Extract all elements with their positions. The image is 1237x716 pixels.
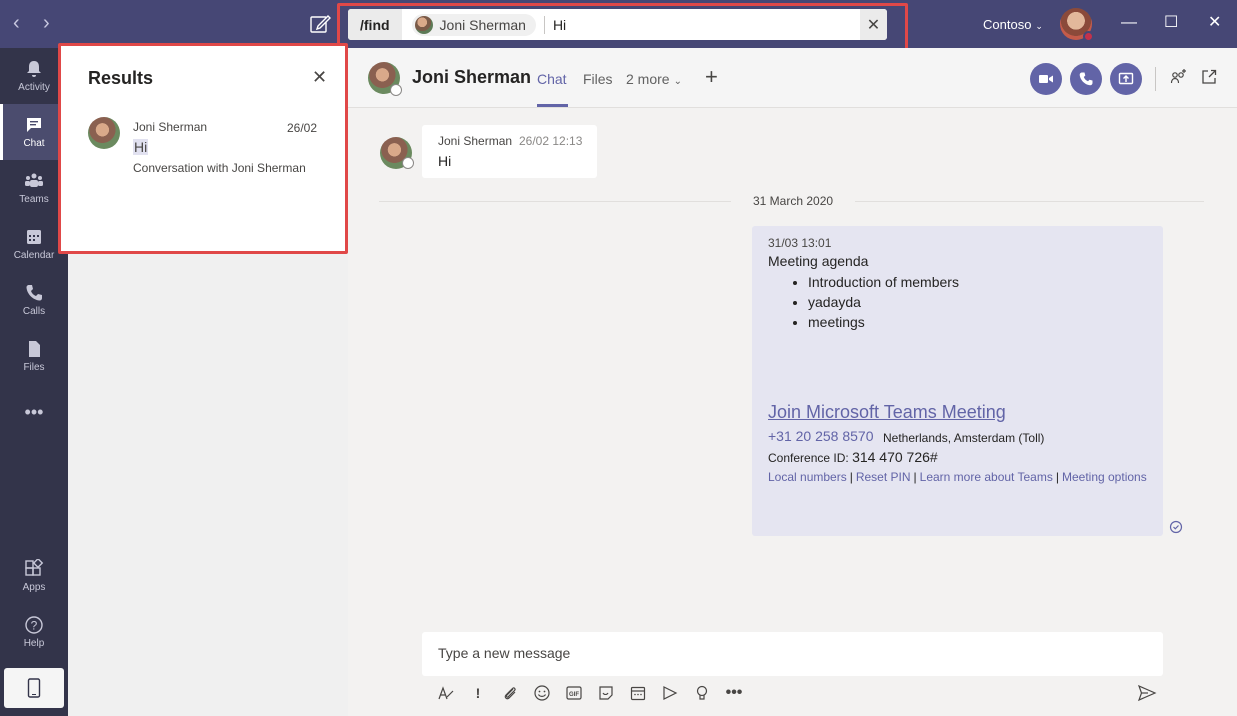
tab-files[interactable]: Files <box>583 71 613 87</box>
share-screen-icon <box>1118 72 1134 85</box>
message-title: Meeting agenda <box>768 253 869 269</box>
conference-id-value: 314 470 726# <box>852 449 938 465</box>
rail-label: Apps <box>22 582 46 593</box>
separator: | <box>913 470 917 484</box>
rail-label: Calendar <box>13 250 55 261</box>
list-item: yadayda <box>808 292 959 312</box>
file-icon <box>29 341 40 357</box>
message-text: Hi <box>438 153 452 169</box>
more-icon[interactable]: ••• <box>725 684 743 702</box>
send-icon[interactable] <box>1137 684 1157 702</box>
tab-more-label: 2 more <box>626 71 670 87</box>
chat-header: Joni Sherman Chat Files 2 more ⌄ + <box>348 48 1237 108</box>
meeting-options-link[interactable]: Meeting options <box>1062 470 1147 484</box>
gif-icon[interactable]: GIF <box>565 684 583 702</box>
schedule-meeting-icon[interactable] <box>629 684 647 702</box>
avatar[interactable] <box>1060 8 1094 42</box>
important-icon[interactable]: ! <box>469 684 487 702</box>
rail-label: Files <box>23 362 45 373</box>
phone-icon <box>1079 72 1093 86</box>
rail-item-apps[interactable]: Apps <box>0 548 68 604</box>
emoji-icon[interactable] <box>533 684 551 702</box>
rail-label: Activity <box>18 82 50 93</box>
calendar-icon <box>27 230 41 244</box>
separator: | <box>849 470 853 484</box>
page-title: Joni Sherman <box>412 67 532 87</box>
add-tab-icon[interactable]: + <box>705 66 718 88</box>
tab-underline <box>537 104 568 107</box>
tab-more[interactable]: 2 more ⌄ <box>626 71 682 87</box>
message-bubble[interactable]: 31/03 13:01 Meeting agenda Introduction … <box>752 226 1163 536</box>
teams-icon <box>25 173 43 187</box>
status-badge <box>402 157 414 169</box>
divider <box>1155 67 1156 91</box>
chevron-down-icon: ⌄ <box>673 76 682 87</box>
local-numbers-link[interactable]: Local numbers <box>768 470 847 484</box>
rail-label: Chat <box>23 138 45 149</box>
rail-label: Calls <box>22 306 46 317</box>
video-icon <box>1039 75 1053 83</box>
status-badge <box>390 84 402 96</box>
dial-in-number-link[interactable]: +31 20 258 8570 <box>768 428 874 444</box>
share-screen-button[interactable] <box>1110 63 1142 95</box>
attach-icon[interactable] <box>501 684 519 702</box>
rail-label: Help <box>23 638 45 649</box>
help-icon: ? <box>25 616 43 634</box>
rail-item-calls[interactable]: Calls <box>0 272 68 328</box>
message-author: Joni Sherman <box>438 134 513 148</box>
chevron-down-icon: ⌄ <box>1035 21 1043 31</box>
video-call-button[interactable] <box>1030 63 1062 95</box>
more-icon[interactable]: ••• <box>0 384 68 440</box>
chat-main: Joni Sherman Chat Files 2 more ⌄ + Joni S… <box>348 48 1237 716</box>
compose-box[interactable]: Type a new message <box>422 632 1163 676</box>
search-highlight <box>337 3 908 54</box>
praise-icon[interactable] <box>693 684 711 702</box>
rail-label: Teams <box>19 194 49 205</box>
list-item: Introduction of members <box>808 272 959 292</box>
conference-id: Conference ID: 314 470 726# <box>768 449 938 465</box>
org-switcher[interactable]: Contoso ⌄ <box>983 17 1043 32</box>
apps-icon <box>25 559 44 576</box>
mobile-app-button[interactable] <box>4 668 64 708</box>
svg-text:?: ? <box>31 619 38 633</box>
phone-icon <box>26 285 42 301</box>
reset-pin-link[interactable]: Reset PIN <box>856 470 911 484</box>
stream-icon[interactable] <box>661 684 679 702</box>
message-input[interactable]: Type a new message <box>438 645 570 661</box>
audio-call-button[interactable] <box>1070 63 1102 95</box>
bell-icon <box>27 61 41 77</box>
mobile-icon <box>27 678 41 698</box>
close-icon[interactable]: ✕ <box>1208 14 1221 32</box>
dial-in-location: Netherlands, Amsterdam (Toll) <box>883 431 1045 445</box>
agenda-list: Introduction of members yadayda meetings <box>808 272 959 332</box>
format-icon[interactable] <box>437 684 455 702</box>
join-meeting-link[interactable]: Join Microsoft Teams Meeting <box>768 402 1006 423</box>
meeting-links: Local numbers | Reset PIN | Learn more about… <box>768 470 1147 484</box>
sticker-icon[interactable] <box>597 684 615 702</box>
conference-id-label: Conference ID: <box>768 451 849 465</box>
status-badge <box>1083 31 1094 42</box>
message-time: 26/02 12:13 <box>519 134 583 148</box>
rail-item-files[interactable]: Files <box>0 328 68 384</box>
add-people-icon[interactable] <box>1170 68 1188 86</box>
date-divider-label: 31 March 2020 <box>731 194 856 208</box>
results-highlight <box>58 43 348 254</box>
list-item: meetings <box>808 312 959 332</box>
learn-more-link[interactable]: Learn more about Teams <box>920 470 1053 484</box>
tab-chat[interactable]: Chat <box>537 71 567 87</box>
maximize-icon[interactable]: ☐ <box>1164 14 1178 32</box>
read-receipt-icon <box>1169 520 1183 534</box>
svg-text:GIF: GIF <box>569 692 579 698</box>
separator: | <box>1055 470 1059 484</box>
message-bubble[interactable]: Joni Sherman 26/02 12:13 Hi <box>422 125 597 178</box>
pop-out-icon[interactable] <box>1200 68 1218 86</box>
forward-icon[interactable]: › <box>43 12 50 34</box>
rail-item-help[interactable]: ? Help <box>0 604 68 660</box>
compose-icon[interactable] <box>309 13 331 35</box>
back-icon[interactable]: ‹ <box>13 12 20 34</box>
chat-icon <box>27 118 41 132</box>
minimize-icon[interactable]: — <box>1121 14 1137 32</box>
message-time: 31/03 13:01 <box>768 236 832 250</box>
org-name: Contoso <box>983 17 1032 32</box>
